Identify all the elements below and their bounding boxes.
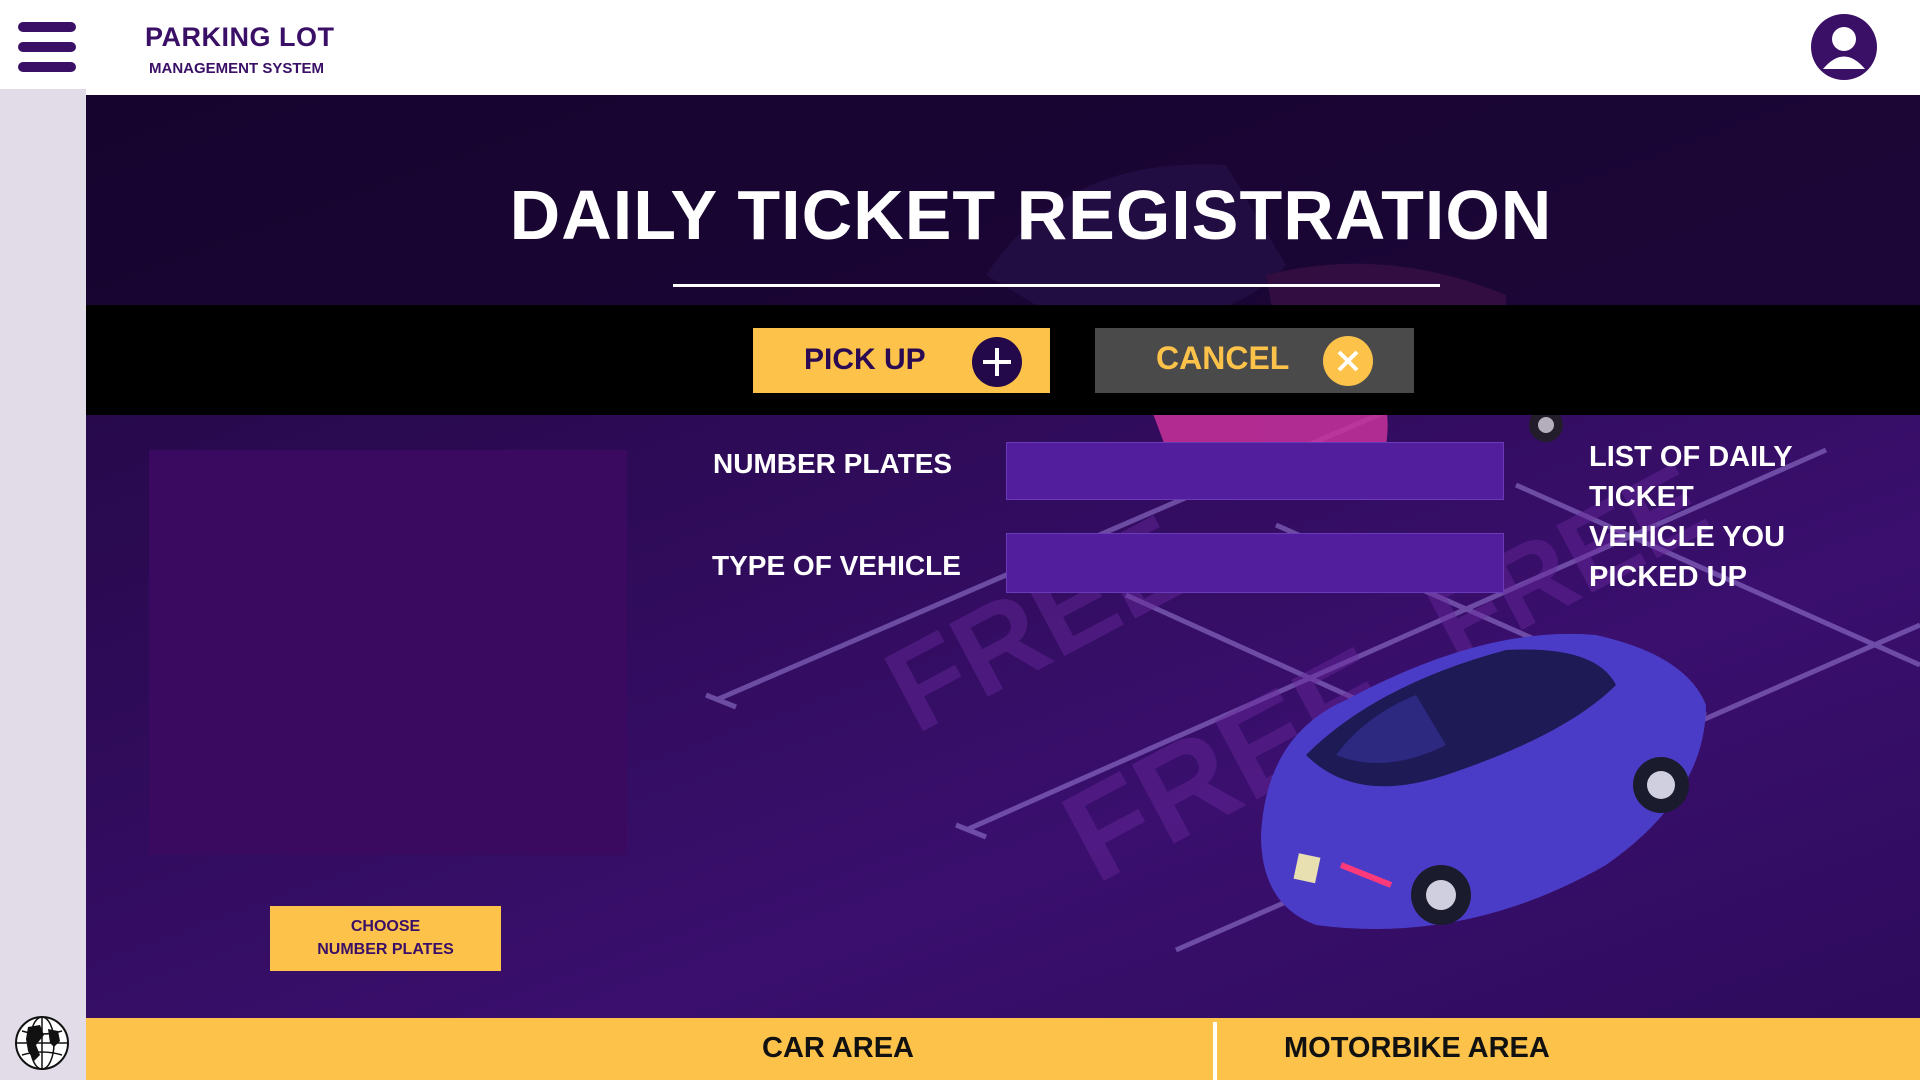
app-header: PARKING LOT MANAGEMENT SYSTEM <box>0 0 1920 95</box>
number-plates-label: NUMBER PLATES <box>713 448 953 479</box>
hamburger-menu-icon[interactable] <box>18 22 76 76</box>
title-divider <box>673 284 1440 287</box>
brand-title: PARKING LOT <box>145 22 335 52</box>
main-panel: FREE FREE FREE DAILY TICKET REGISTRATION… <box>86 95 1920 1018</box>
globe-icon[interactable] <box>14 1015 70 1071</box>
choose-label-line2: NUMBER PLATES <box>317 941 454 958</box>
tab-car-area-label: CAR AREA <box>762 1032 914 1064</box>
pick-up-button[interactable]: PICK UP <box>753 328 1050 393</box>
type-of-vehicle-input[interactable] <box>1006 533 1504 593</box>
type-of-vehicle-label: TYPE OF VEHICLE <box>712 550 961 581</box>
brand-subtitle: MANAGEMENT SYSTEM <box>149 60 325 77</box>
close-icon <box>1323 336 1373 386</box>
number-plate-preview <box>149 450 627 855</box>
cancel-button[interactable]: CANCEL <box>1095 328 1414 393</box>
list-title-line3: VEHICLE YOU <box>1589 521 1786 553</box>
tab-car-area[interactable]: CAR AREA <box>86 1018 1213 1080</box>
user-profile-icon[interactable] <box>1811 14 1877 80</box>
cancel-label: CANCEL <box>1156 340 1290 376</box>
choose-number-plates-button[interactable]: CHOOSE NUMBER PLATES <box>270 906 501 971</box>
list-title-line4: PICKED UP <box>1589 561 1747 593</box>
sidebar <box>0 89 86 1080</box>
choose-label-line1: CHOOSE <box>350 918 421 935</box>
plus-icon <box>972 337 1022 387</box>
list-title-line1: LIST OF DAILY <box>1589 441 1793 473</box>
tab-motorbike-area-label: MOTORBIKE AREA <box>1284 1032 1550 1064</box>
list-title-line2: TICKET <box>1589 481 1694 513</box>
number-plates-input[interactable] <box>1006 442 1504 500</box>
tab-motorbike-area[interactable]: MOTORBIKE AREA <box>1217 1018 1920 1080</box>
pick-up-label: PICK UP <box>804 343 926 376</box>
daily-ticket-list-title: LIST OF DAILY TICKET VEHICLE YOU PICKED … <box>1589 437 1829 597</box>
area-tab-bar: CAR AREA MOTORBIKE AREA <box>86 1018 1920 1080</box>
page-title: DAILY TICKET REGISTRATION <box>509 176 1553 254</box>
